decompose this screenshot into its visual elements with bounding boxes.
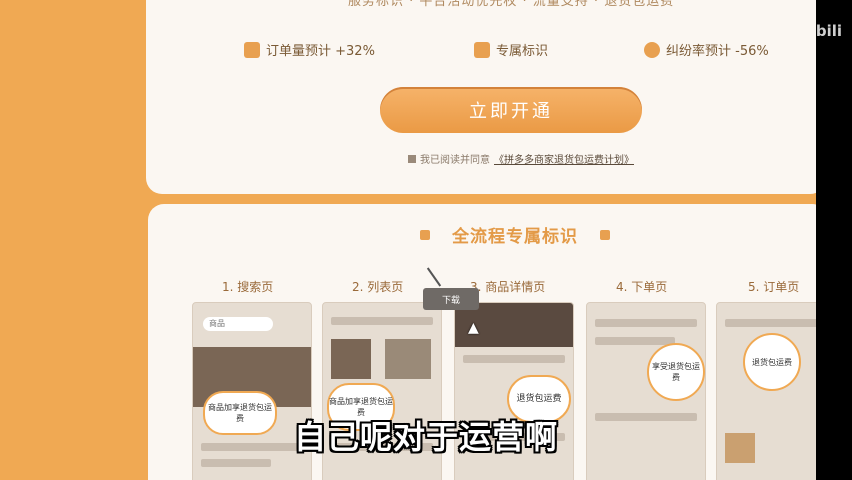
stat-exclusive-badge: 专属标识: [474, 40, 548, 59]
stat-label: 专属标识: [496, 44, 549, 59]
placeholder-bar: [201, 459, 271, 467]
placeholder-bar: [595, 319, 697, 327]
section-title-text: 全流程专属标识: [452, 227, 578, 247]
badge-bubble: 退货包运费: [743, 333, 801, 391]
page-background: 服务标识 · 平台活动优先权 · 流量支持 · 退货包运费 订单量预计 +32%…: [0, 0, 816, 480]
placeholder-bar: [725, 319, 816, 327]
agreement-link[interactable]: 《拼多多商家退货包运费计划》: [494, 151, 634, 166]
bookmark-icon: [474, 41, 490, 58]
step-label-order: 4. 下单页: [616, 280, 668, 294]
mouse-cursor-icon: ▲: [468, 320, 479, 336]
placeholder-bar: [463, 355, 565, 363]
stat-order-volume: 订单量预计 +32%: [244, 40, 375, 59]
section-title: 全流程专属标识: [420, 222, 610, 247]
shield-check-icon: [644, 41, 660, 58]
step-label-list: 2. 列表页: [352, 280, 404, 294]
search-pill: 商品: [203, 317, 273, 331]
product-image: [385, 339, 431, 379]
step-label-detail: 3. 商品详情页: [470, 280, 546, 294]
stat-label: 纠纷率预计 -56%: [666, 44, 769, 59]
decoration-icon: [420, 229, 430, 240]
chart-up-icon: [244, 41, 260, 58]
placeholder-bar: [331, 317, 433, 325]
download-tooltip[interactable]: 下载: [423, 288, 479, 310]
agreement-checkbox[interactable]: [408, 154, 416, 163]
open-now-button[interactable]: 立即开通: [380, 87, 642, 133]
stat-label: 订单量预计 +32%: [266, 44, 375, 59]
step-label-orderlist: 5. 订单页: [748, 280, 800, 294]
video-subtitle: 自己呢对于运营啊: [293, 418, 558, 456]
benefits-line: 服务标识 · 平台活动优先权 · 流量支持 · 退货包运费: [348, 0, 675, 9]
agreement-row: 我已阅读并同意 《拼多多商家退货包运费计划》: [408, 151, 634, 166]
stat-dispute-rate: 纠纷率预计 -56%: [644, 40, 769, 59]
decoration-icon: [600, 229, 610, 240]
step-label-search: 1. 搜索页: [222, 280, 274, 294]
bilibili-logo: bili: [815, 22, 842, 40]
agreement-text: 我已阅读并同意: [420, 155, 490, 166]
product-image: [331, 339, 371, 379]
badge-bubble: 享受退货包运费: [647, 343, 705, 401]
placeholder-bar: [595, 337, 675, 345]
